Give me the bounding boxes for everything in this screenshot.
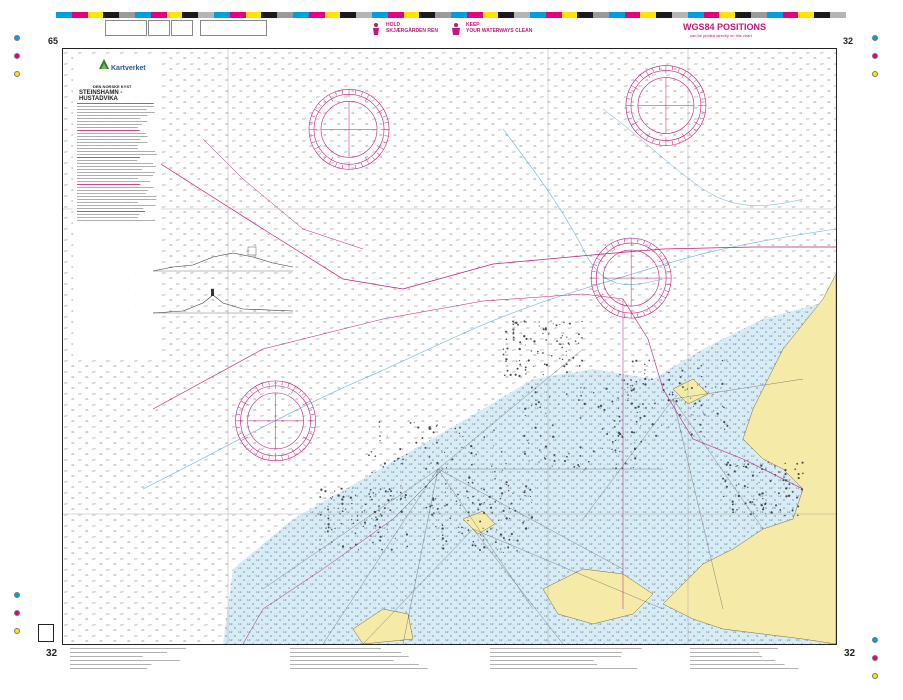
color-swatch (672, 12, 688, 18)
side-number-left: 65 (48, 36, 59, 46)
color-swatch (134, 12, 151, 18)
color-swatch (103, 12, 120, 18)
color-swatch (577, 12, 594, 18)
right-color-legend-bottom (872, 630, 886, 684)
color-swatch (403, 12, 420, 18)
color-swatch (324, 12, 341, 18)
header-info-box-4 (200, 20, 267, 36)
kartverket-logo-text: Kartverket (111, 65, 146, 72)
color-swatch (529, 12, 546, 18)
header-info-box-3 (171, 20, 193, 36)
wgs84-title: WGS84 POSITIONS (683, 22, 767, 32)
left-color-legend-bottom (14, 585, 28, 639)
color-swatch (656, 12, 673, 18)
color-swatch (640, 12, 657, 18)
color-swatch (71, 12, 88, 18)
color-swatch (735, 12, 752, 18)
notes-text-block (75, 103, 159, 223)
color-swatch (545, 12, 562, 18)
color-swatch (703, 12, 720, 18)
nautical-chart-map[interactable]: 27 41 9 12 (62, 48, 837, 645)
color-swatch (387, 12, 404, 18)
color-swatch (356, 12, 372, 18)
color-swatch (561, 12, 578, 18)
wgs84-subtitle: can be plotted directly on this chart (690, 33, 752, 38)
color-swatch (608, 12, 625, 18)
color-swatch (87, 12, 104, 18)
color-swatch (830, 12, 846, 18)
color-swatch (466, 12, 483, 18)
color-swatch (308, 12, 325, 18)
color-swatch (56, 12, 72, 18)
color-swatch (229, 12, 246, 18)
color-swatch (277, 12, 293, 18)
footer-number-box (38, 624, 54, 642)
color-swatch (261, 12, 278, 18)
right-color-legend (872, 28, 886, 82)
side-number-right: 32 (843, 36, 854, 46)
color-swatch (482, 12, 499, 18)
chart-title: STEINSHAMN - HUSTADVIKA (79, 90, 123, 102)
header-info-box-1 (105, 20, 147, 36)
coastal-view-sketch-2 (152, 285, 294, 317)
keep-line2: YOUR WATERWAYS CLEAN (466, 28, 533, 34)
color-swatch (292, 12, 309, 18)
color-swatch (782, 12, 799, 18)
color-swatch (340, 12, 357, 18)
header-info-box-2 (148, 20, 170, 36)
color-swatch (213, 12, 230, 18)
title-block: Kartverket DEN NORSKE KYST STEINSHAMN - … (73, 57, 294, 357)
color-swatch (119, 12, 135, 18)
coastal-view-sketch-1 (152, 243, 294, 275)
color-swatch (624, 12, 641, 18)
color-swatch (450, 12, 467, 18)
footer-imprint-text (70, 646, 830, 676)
bin-person-icon (450, 22, 462, 36)
color-swatch (514, 12, 530, 18)
color-swatch (245, 12, 262, 18)
color-swatch (371, 12, 388, 18)
color-swatch (198, 12, 214, 18)
color-swatch (498, 12, 515, 18)
color-swatch (166, 12, 183, 18)
color-swatch (419, 12, 436, 18)
color-swatch (719, 12, 736, 18)
color-swatch (687, 12, 704, 18)
recycle-person-icon (370, 22, 382, 36)
color-swatch (150, 12, 167, 18)
color-swatch (593, 12, 609, 18)
color-swatch (751, 12, 767, 18)
color-swatch (435, 12, 451, 18)
color-swatch (182, 12, 199, 18)
chart-series: DEN NORSKE KYST (93, 84, 132, 89)
color-registration-bar (56, 12, 846, 18)
color-swatch (798, 12, 815, 18)
kartverket-logo-icon (97, 57, 111, 71)
footer-chart-number-right: 32 (844, 648, 856, 659)
color-swatch (766, 12, 783, 18)
left-color-legend (14, 28, 28, 82)
color-swatch (814, 12, 831, 18)
chart-svg: 27 41 9 12 (63, 49, 836, 644)
hold-line2: SKJÆRGÅRDEN REN (386, 28, 438, 34)
footer-chart-number-left: 32 (46, 648, 58, 659)
